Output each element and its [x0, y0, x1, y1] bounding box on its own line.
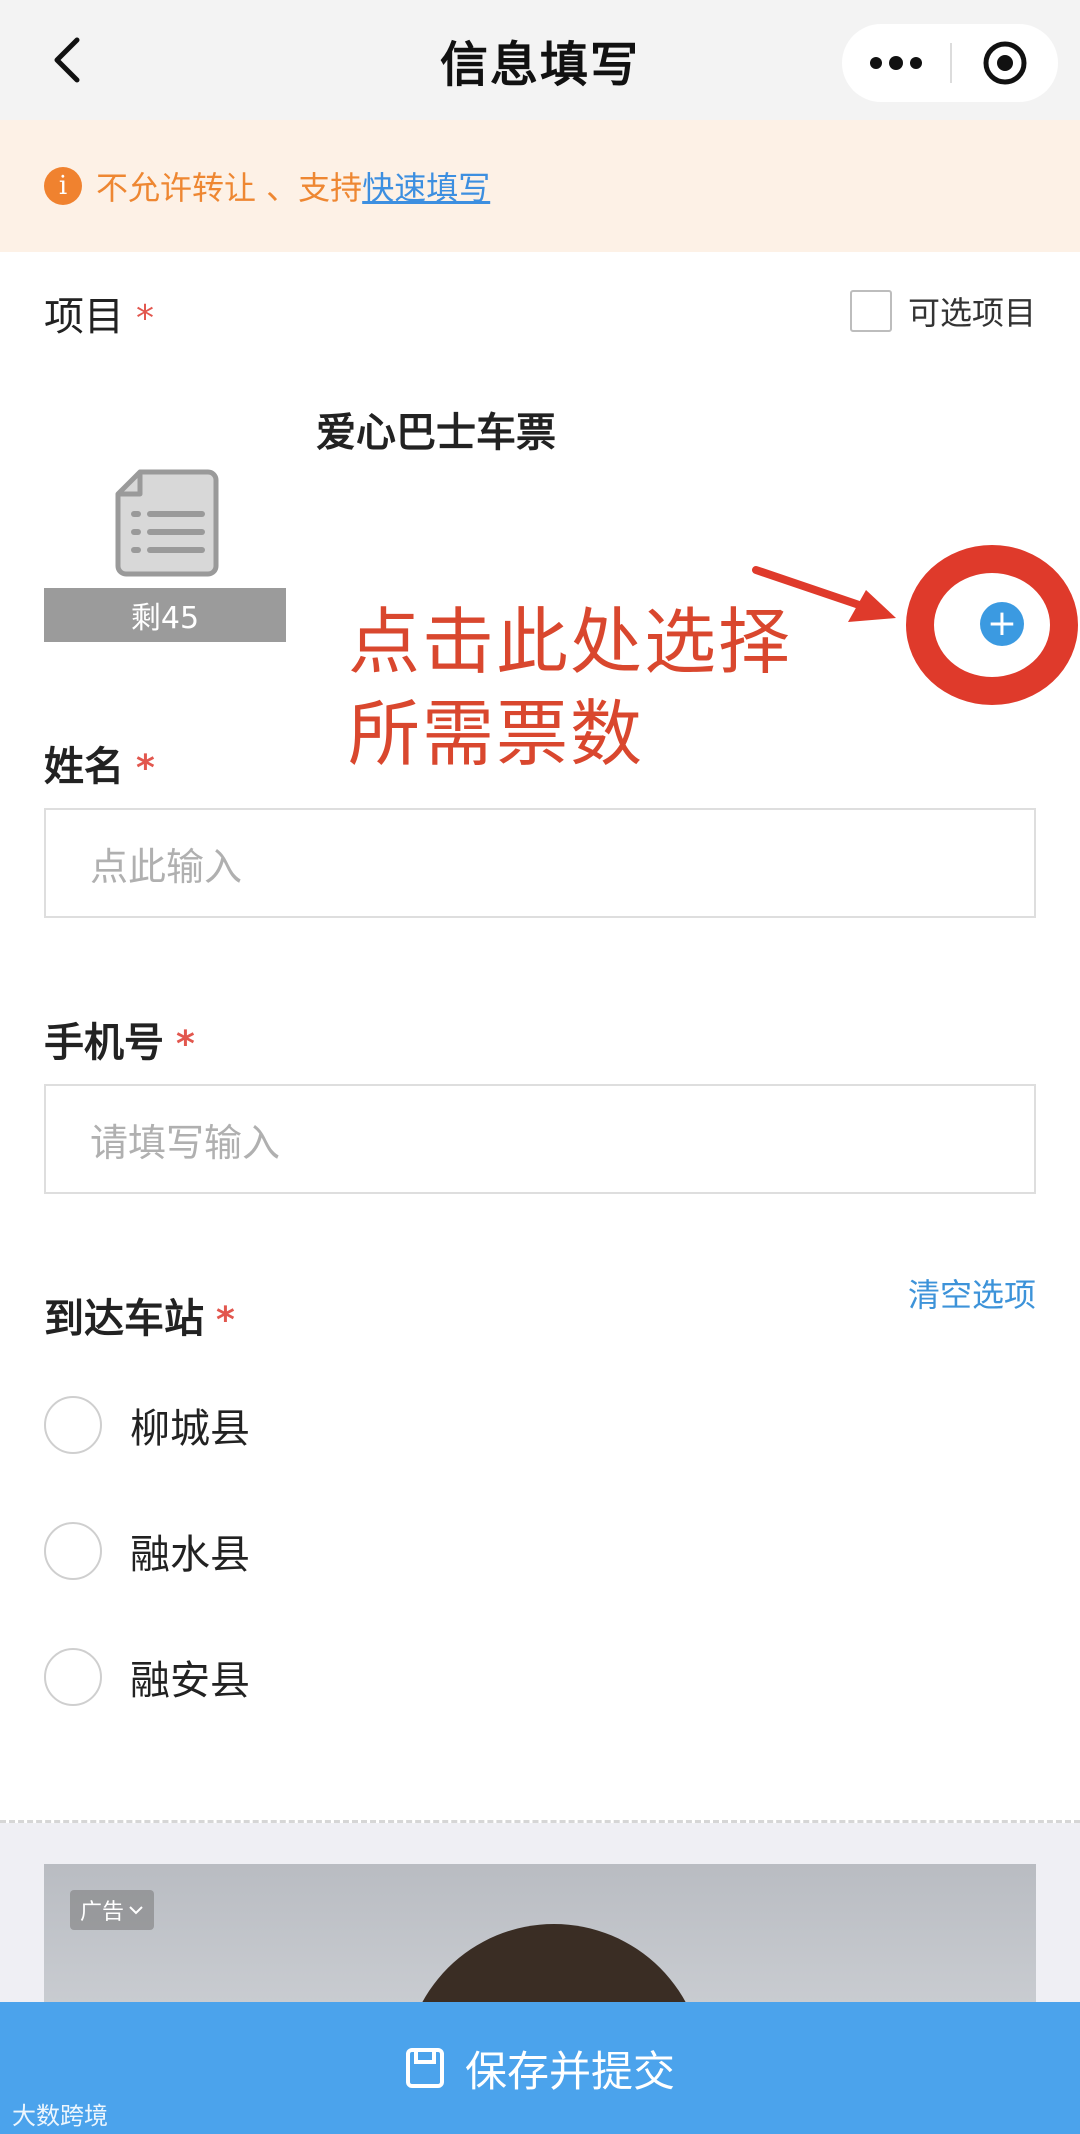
- optional-checkbox[interactable]: [849, 290, 892, 332]
- page: 信息填写 i 不允许转让 、支持 快速填写 项目 * 可选项目 爱心巴士车票 剩…: [0, 0, 1080, 2134]
- notice-banner: i 不允许转让 、支持 快速填写: [0, 120, 1080, 252]
- annotation-line-1: 点击此处选择: [348, 600, 793, 684]
- add-ticket-button[interactable]: +: [980, 602, 1024, 646]
- watermark: 大数跨境: [12, 2102, 108, 2130]
- ad-photo: [404, 1924, 704, 2004]
- document-icon: [110, 466, 222, 582]
- submit-label: 保存并提交: [464, 2046, 675, 2096]
- required-mark: *: [136, 298, 154, 339]
- optional-label: 可选项目: [907, 294, 1036, 332]
- optional-project-toggle[interactable]: 可选项目: [849, 288, 1036, 334]
- submit-button[interactable]: 保存并提交: [0, 2002, 1080, 2134]
- ad-badge-text: 广告: [80, 1900, 125, 1925]
- remaining-badge: 剩45: [44, 588, 286, 642]
- product-title: 爱心巴士车票: [316, 410, 556, 456]
- annotation-text: 点击此处选择 所需票数: [348, 596, 792, 780]
- option-label: 融水县: [130, 1532, 250, 1578]
- back-button[interactable]: [36, 30, 96, 90]
- radio-button[interactable]: [44, 1396, 102, 1454]
- radio-button[interactable]: [44, 1522, 102, 1580]
- target-icon: [983, 41, 1027, 85]
- station-label: 到达车站 *: [44, 1286, 235, 1344]
- phone-label: 手机号 *: [44, 1010, 195, 1068]
- ad-badge[interactable]: 广告: [70, 1890, 155, 1930]
- name-input[interactable]: 点此输入: [44, 808, 1036, 918]
- mini-program-capsule: [842, 24, 1058, 102]
- nav-bar: 信息填写: [0, 0, 1080, 120]
- required-mark: *: [176, 1024, 195, 1065]
- phone-placeholder: 请填写输入: [90, 1120, 281, 1165]
- option-label: 融安县: [130, 1658, 250, 1704]
- required-mark: *: [136, 748, 155, 789]
- station-option-rongshui[interactable]: 融水县: [44, 1522, 250, 1580]
- quick-fill-link[interactable]: 快速填写: [362, 163, 490, 209]
- more-dots-icon: [870, 56, 922, 70]
- more-button[interactable]: [842, 24, 950, 102]
- name-placeholder: 点此输入: [90, 844, 243, 889]
- station-option-rongan[interactable]: 融安县: [44, 1648, 250, 1706]
- station-label-text: 到达车站: [44, 1296, 204, 1342]
- notice-text: 不允许转让 、支持: [96, 169, 363, 207]
- radio-button[interactable]: [44, 1648, 102, 1706]
- phone-label-text: 手机号: [44, 1020, 164, 1066]
- save-icon: [405, 2048, 444, 2088]
- close-program-button[interactable]: [952, 24, 1058, 102]
- chevron-down-icon: [129, 1906, 143, 1915]
- info-icon: i: [44, 167, 82, 205]
- required-mark: *: [216, 1300, 235, 1341]
- name-label: 姓名 *: [44, 734, 155, 792]
- chevron-left-icon: [54, 37, 80, 83]
- page-title: 信息填写: [439, 37, 640, 93]
- station-option-liucheng[interactable]: 柳城县: [44, 1396, 250, 1454]
- annotation-line-2: 所需票数: [348, 692, 645, 776]
- project-label-text: 项目: [44, 294, 124, 340]
- name-label-text: 姓名: [44, 744, 124, 790]
- clear-options-button[interactable]: 清空选项: [908, 1270, 1036, 1316]
- ad-banner[interactable]: 广告: [44, 1864, 1036, 2004]
- project-label: 项目 *: [44, 284, 154, 342]
- phone-input[interactable]: 请填写输入: [44, 1084, 1036, 1194]
- option-label: 柳城县: [130, 1406, 250, 1452]
